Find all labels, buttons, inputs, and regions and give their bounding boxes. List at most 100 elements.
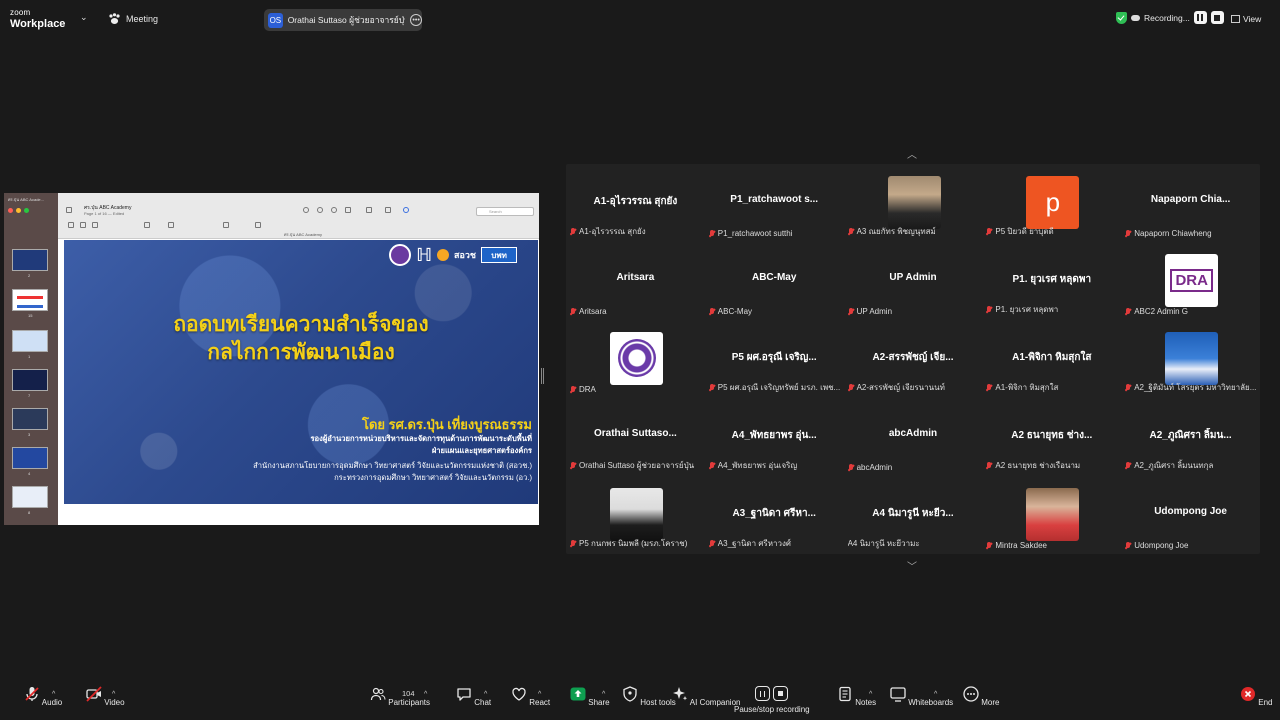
participant-name-label: A1-อุไรวรรณ สุกยัง xyxy=(570,225,701,238)
slide-line-2: ฝ่ายแผนและยุทธศาสตร์องค์กร xyxy=(431,446,532,455)
participant-tile[interactable]: A3_ฐานิดา ศรีหา... A3_ฐานิดา ศรีหาวงศ์ xyxy=(705,476,844,554)
muted-mic-icon xyxy=(709,307,715,316)
react-button[interactable]: React xyxy=(511,686,550,707)
gallery-up-chevron-icon[interactable]: ︿ xyxy=(907,146,917,161)
participant-tile[interactable]: abcAdmin abcAdmin xyxy=(844,398,983,476)
video-options-caret-icon[interactable]: ^ xyxy=(112,691,115,698)
participants-options-caret-icon[interactable]: ^ xyxy=(424,691,427,698)
host-tools-label: Host tools xyxy=(640,698,676,707)
participant-tile[interactable]: p P5 ปิยวดี ยาบุตดี xyxy=(982,164,1121,242)
participants-button[interactable]: Participants xyxy=(370,686,430,707)
meeting-menu[interactable]: Meeting xyxy=(108,13,158,25)
resize-handle[interactable] xyxy=(541,368,544,384)
chevron-down-icon[interactable]: ⌄ xyxy=(80,12,88,23)
tool-icon[interactable] xyxy=(92,222,98,228)
end-meeting-button[interactable]: End xyxy=(1240,686,1272,707)
pause-recording-button[interactable] xyxy=(1193,11,1207,24)
markup-icon[interactable] xyxy=(366,207,372,213)
whiteboards-options-caret-icon[interactable]: ^ xyxy=(934,691,937,698)
participant-tile[interactable]: Udompong Joe Udompong Joe xyxy=(1121,476,1260,554)
info-icon[interactable] xyxy=(303,207,309,213)
text-icon[interactable] xyxy=(168,222,174,228)
document-subtitle: Page 1 of 16 — Edited xyxy=(84,211,125,216)
color-icon[interactable] xyxy=(255,222,261,228)
participant-tile[interactable]: P5 ผศ.อรุณี เจริญ... P5 ผศ.อรุณี เจริญทรั… xyxy=(705,320,844,398)
participant-tile[interactable]: Aritsara Aritsara xyxy=(566,242,705,320)
rotate-icon[interactable] xyxy=(385,207,391,213)
stop-recording-button[interactable] xyxy=(1210,11,1224,24)
participant-name: A2_ภูณิศรา ลิ้มนนทกุล xyxy=(1134,461,1214,470)
zoom-in-icon[interactable] xyxy=(331,207,337,213)
maximize-dot-icon xyxy=(24,208,29,213)
highlight-icon[interactable] xyxy=(403,207,409,213)
participants-label: Participants xyxy=(388,698,431,707)
slide-line-3: สำนักงานสภานโยบายการอุดมศึกษา วิทยาศาสตร… xyxy=(253,461,532,470)
pause-stop-recording-button[interactable]: Pause/stop recording xyxy=(734,686,810,714)
participant-tile[interactable]: Napaporn Chia... Napaporn Chiawheng xyxy=(1121,164,1260,242)
meeting-label: Meeting xyxy=(126,14,159,24)
sidebar-toggle-icon[interactable] xyxy=(66,207,72,213)
tool-icon[interactable] xyxy=(68,222,74,228)
participant-tile[interactable]: UP Admin UP Admin xyxy=(844,242,983,320)
participant-tile[interactable]: ABC-May ABC-May xyxy=(705,242,844,320)
participant-video xyxy=(1165,332,1219,385)
zoom-out-icon[interactable] xyxy=(317,207,323,213)
participant-name: UP Admin xyxy=(856,307,893,316)
view-button[interactable]: View xyxy=(1231,14,1261,24)
participant-tile[interactable]: A4_พัทธยาพร อุ่น... A4_พัทธยาพร อุ่นเจริญ xyxy=(705,398,844,476)
view-label: View xyxy=(1243,14,1262,24)
chat-options-caret-icon[interactable]: ^ xyxy=(484,691,487,698)
participant-tile[interactable]: A2_ฐิติมันท์ โสรยุตร มหาวิทยาลัย... xyxy=(1121,320,1260,398)
react-options-caret-icon[interactable]: ^ xyxy=(538,691,541,698)
share-icon[interactable] xyxy=(345,207,351,213)
search-input[interactable]: Search xyxy=(476,207,534,216)
slide-thumbnail-number: 15 xyxy=(28,313,33,318)
video-button[interactable]: Video xyxy=(86,686,125,707)
participant-tile[interactable]: DRA xyxy=(566,320,705,398)
slide-thumbnail xyxy=(12,330,48,352)
participant-tile[interactable]: A2-สรรพัชญ์ เจีย... A2-สรรพัชญ์ เจียรนานน… xyxy=(844,320,983,398)
tool-icon[interactable] xyxy=(80,222,86,228)
participant-tile[interactable]: Mintra Sakdee xyxy=(982,476,1121,554)
host-tools-button[interactable]: Host tools xyxy=(622,686,676,707)
participant-tile[interactable]: A4 นิมารูนี หะยีว... A4 นิมารูนี หะยีวามะ xyxy=(844,476,983,554)
participant-tile[interactable]: A1-พิจิกา หิมสุกใส A1-พิจิกา หิมสุกใส xyxy=(982,320,1121,398)
share-options-caret-icon[interactable]: ^ xyxy=(602,691,605,698)
participant-name-label: P5 ปิยวดี ยาบุตดี xyxy=(986,225,1117,238)
participant-name: ABC2 Admin G xyxy=(1134,307,1188,316)
gallery-down-chevron-icon[interactable]: ﹀ xyxy=(907,558,917,573)
participant-tile[interactable]: A3 ณยกัทร พิชญนุทสม์ xyxy=(844,164,983,242)
participant-tile[interactable]: P1_ratchawoot s... P1_ratchawoot sutthi xyxy=(705,164,844,242)
slide-logos: ℍ สอวช บพท xyxy=(389,244,518,266)
zoom-logo[interactable]: zoom Workplace xyxy=(10,8,65,30)
shapes-icon[interactable] xyxy=(144,222,150,228)
document-tab[interactable]: ศร.ปุ่น ABC Academy xyxy=(284,231,322,238)
participant-tile[interactable]: A2_ภูณิศรา ลิ้มน... A2_ภูณิศรา ลิ้มนนทกุล xyxy=(1121,398,1260,476)
participant-tile[interactable]: DRA ABC2 Admin G xyxy=(1121,242,1260,320)
notes-options-caret-icon[interactable]: ^ xyxy=(869,691,872,698)
more-options-icon[interactable]: ••• xyxy=(410,14,422,26)
participant-tile[interactable]: Orathai Suttaso... Orathai Suttaso ผู้ช่ว… xyxy=(566,398,705,476)
active-speaker-chip[interactable]: OS Orathai Suttaso ผู้ช่วยอาจารย์ปุ่น's … xyxy=(264,9,422,31)
participant-tile[interactable]: P1. ยุวเรศ หลุดพา P1. ยุวเรศ หลุดพา xyxy=(982,242,1121,320)
participant-name-label: A3 ณยกัทร พิชญนุทสม์ xyxy=(848,225,979,238)
participant-tile[interactable]: P5 กนกพร นิมพลี (มรภ.โคราช) xyxy=(566,476,705,554)
participant-tile[interactable]: A1-อุไรวรรณ สุกยัง A1-อุไรวรรณ สุกยัง xyxy=(566,164,705,242)
whiteboards-button[interactable]: Whiteboards xyxy=(890,686,953,707)
participant-tile[interactable]: A2 ธนายุทธ ช่าง... A2 ธนายุทธ ช่างเรือนาม xyxy=(982,398,1121,476)
participant-display-name: A2 ธนายุทธ ช่าง... xyxy=(1011,430,1093,441)
shared-screen[interactable]: ศร.ปุ่น ABC Acade... 2 15 1 7 3 4 8 ศร.ปุ่น AB… xyxy=(4,193,539,525)
audio-options-caret-icon[interactable]: ^ xyxy=(52,691,55,698)
participant-display-name: abcAdmin xyxy=(888,428,938,439)
participant-name: A3_ฐานิดา ศรีหาวงศ์ xyxy=(717,539,791,548)
top-bar: zoom Workplace ⌄ Meeting OS Orathai Sutt… xyxy=(0,0,1280,38)
video-off-icon xyxy=(86,686,102,702)
muted-mic-icon xyxy=(986,305,992,314)
participant-display-name: A1-พิจิกา หิมสุกใส xyxy=(1012,352,1092,363)
slide-thumbnail xyxy=(12,369,48,391)
ai-companion-button[interactable]: AI Companion xyxy=(672,686,740,707)
more-button[interactable]: More xyxy=(963,686,999,707)
slide-thumbnail-number: 1 xyxy=(28,354,31,359)
border-icon[interactable] xyxy=(223,222,229,228)
audio-button[interactable]: Audio xyxy=(24,686,62,707)
